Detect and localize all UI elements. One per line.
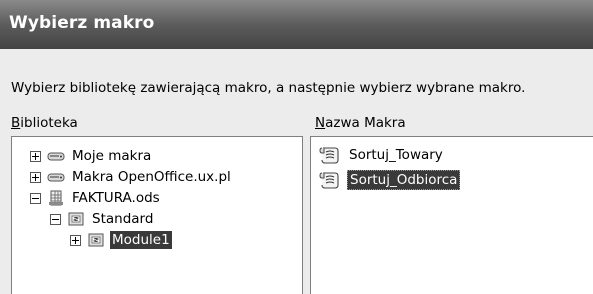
drive-icon: [47, 173, 65, 182]
macro-list[interactable]: Sortuj_Towary Sortuj_Odbiorca: [310, 136, 593, 294]
tree-item-faktura[interactable]: FAKTURA.ods: [30, 188, 162, 208]
module-icon: [88, 233, 104, 247]
tree-item-label: FAKTURA.ods: [72, 190, 160, 206]
macro-icon: [319, 172, 339, 189]
drive-icon: [47, 152, 65, 161]
macro-item-sortuj-odbiorca[interactable]: Sortuj_Odbiorca: [319, 169, 461, 191]
macro-item-sortuj-towary[interactable]: Sortuj_Towary: [319, 144, 445, 166]
title-bar[interactable]: Wybierz makro: [0, 0, 593, 49]
tree-item-my-macros[interactable]: Moje makra: [30, 146, 153, 166]
macro-item-label: Sortuj_Towary: [349, 147, 443, 163]
collapse-toggle[interactable]: [50, 213, 61, 225]
tree-item-label: Makra OpenOffice.ux.pl: [72, 169, 231, 185]
library-label-mnemonic: B: [11, 115, 21, 131]
macro-name-label: Nazwa Makra: [315, 115, 406, 131]
dialog-title: Wybierz makro: [9, 13, 155, 33]
expand-toggle[interactable]: [30, 150, 41, 162]
expand-toggle[interactable]: [70, 234, 81, 246]
expand-toggle[interactable]: [30, 171, 41, 183]
library-label-text: iblioteka: [20, 115, 78, 131]
macro-icon: [319, 147, 339, 164]
spreadsheet-icon: [49, 190, 63, 206]
instruction-text: Wybierz bibliotekę zawierającą makro, a …: [11, 80, 526, 96]
tree-item-label: Module1: [110, 231, 172, 249]
tree-item-label: Moje makra: [72, 148, 152, 164]
macro-selector-dialog: Wybierz makro Wybierz bibliotekę zawiera…: [0, 0, 593, 294]
collapse-toggle[interactable]: [30, 192, 41, 204]
tree-item-standard[interactable]: Standard: [50, 209, 155, 229]
macro-item-label: Sortuj_Odbiorca: [347, 170, 461, 190]
macro-name-label-mnemonic: N: [315, 115, 326, 131]
library-tree[interactable]: Moje makra Makra OpenOffice.ux.pl FAKTUR…: [11, 136, 303, 294]
tree-item-module1[interactable]: Module1: [70, 230, 172, 250]
library-label: Biblioteka: [11, 115, 78, 131]
tree-item-label: Standard: [92, 211, 154, 227]
tree-item-openoffice-macros[interactable]: Makra OpenOffice.ux.pl: [30, 167, 233, 187]
library-icon: [68, 212, 84, 226]
macro-name-label-text: azwa Makra: [325, 115, 406, 131]
